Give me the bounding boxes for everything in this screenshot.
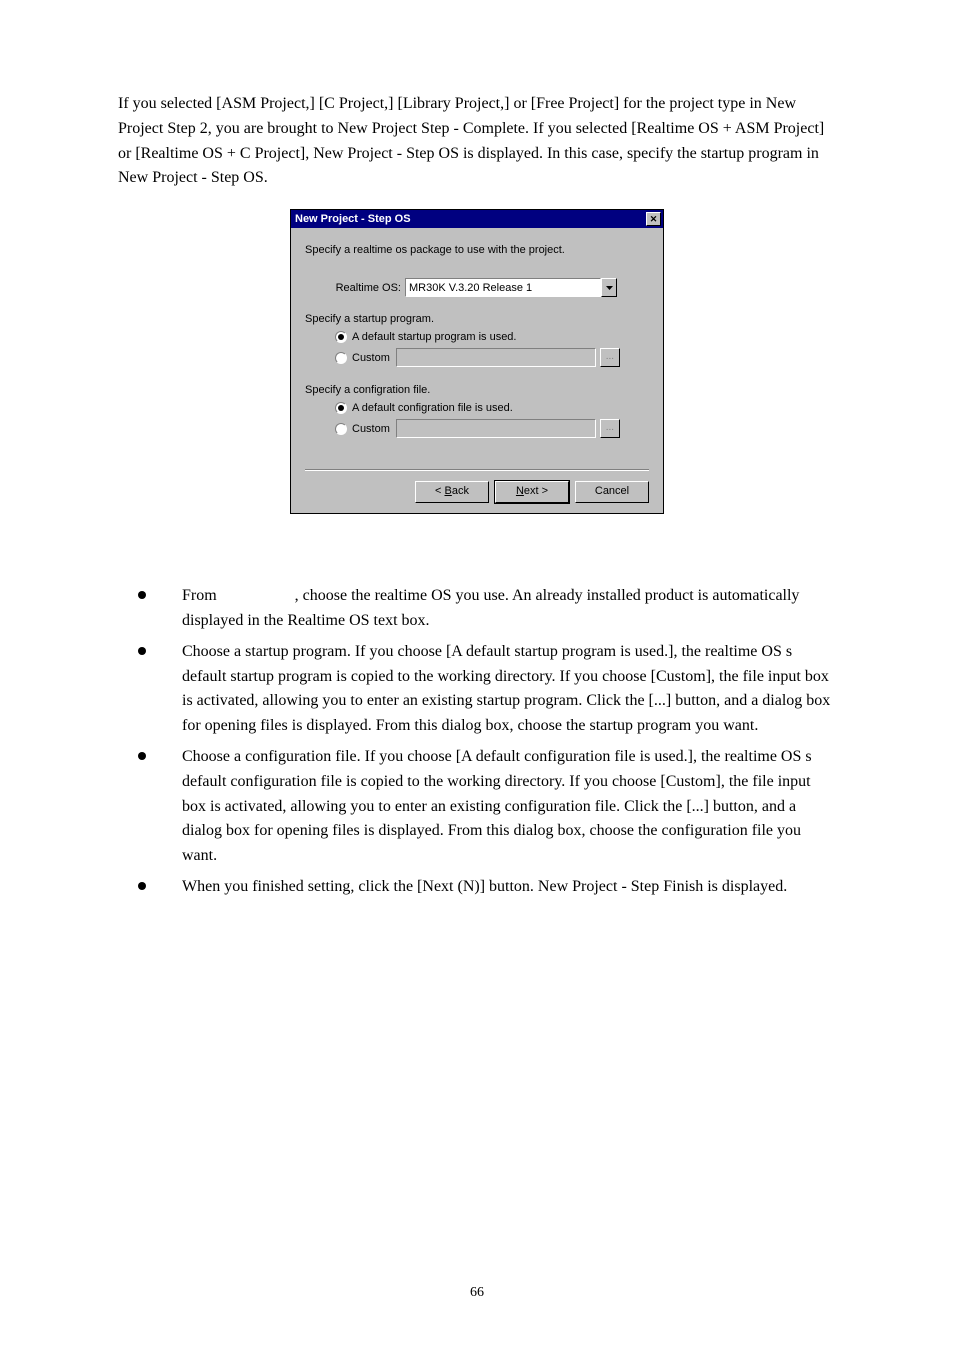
next-button[interactable]: Next > xyxy=(495,481,569,503)
new-project-step-os-dialog: New Project - Step OS ✕ Specify a realti… xyxy=(290,209,664,514)
config-default-radio-line[interactable]: A default configration file is used. xyxy=(305,399,649,416)
instruction-item-1: From, choose the realtime OS you use. An… xyxy=(118,584,836,634)
realtime-os-label: Realtime OS: xyxy=(305,282,405,294)
realtime-os-dropdown-button[interactable] xyxy=(601,278,617,297)
startup-path-input xyxy=(396,348,596,367)
config-path-input xyxy=(396,419,596,438)
instructions-block: From, choose the realtime OS you use. An… xyxy=(118,584,836,900)
startup-default-radio-line[interactable]: A default startup program is used. xyxy=(305,328,649,345)
startup-section-label: Specify a startup program. xyxy=(305,313,649,325)
config-default-label: A default configration file is used. xyxy=(352,402,513,414)
startup-custom-radio[interactable] xyxy=(335,352,347,364)
close-icon: ✕ xyxy=(650,214,658,224)
dialog-separator xyxy=(305,469,649,471)
close-button[interactable]: ✕ xyxy=(646,212,661,226)
config-section-label: Specify a configration file. xyxy=(305,384,649,396)
config-custom-label: Custom xyxy=(352,423,390,435)
startup-browse-button[interactable]: ... xyxy=(600,348,620,367)
back-button[interactable]: < Back xyxy=(415,481,489,503)
instruction-item-3: Choose a configuration file. If you choo… xyxy=(118,745,836,869)
dialog-titlebar: New Project - Step OS ✕ xyxy=(291,210,663,228)
realtime-os-combo[interactable] xyxy=(405,278,617,297)
dialog-prompt: Specify a realtime os package to use wit… xyxy=(305,244,649,256)
instruction-item-2: Choose a startup program. If you choose … xyxy=(118,640,836,739)
config-default-radio[interactable] xyxy=(335,402,347,414)
startup-default-label: A default startup program is used. xyxy=(352,331,516,343)
cancel-button[interactable]: Cancel xyxy=(575,481,649,503)
intro-paragraph: If you selected [ASM Project,] [C Projec… xyxy=(118,92,836,191)
config-browse-button[interactable]: ... xyxy=(600,419,620,438)
realtime-os-input[interactable] xyxy=(405,278,601,297)
dialog-title: New Project - Step OS xyxy=(295,213,411,225)
chevron-down-icon xyxy=(606,286,613,290)
startup-custom-label: Custom xyxy=(352,352,390,364)
page-number: 66 xyxy=(0,1285,954,1301)
startup-default-radio[interactable] xyxy=(335,331,347,343)
instruction-item-4: When you finished setting, click the [Ne… xyxy=(118,875,836,900)
config-custom-radio[interactable] xyxy=(335,423,347,435)
